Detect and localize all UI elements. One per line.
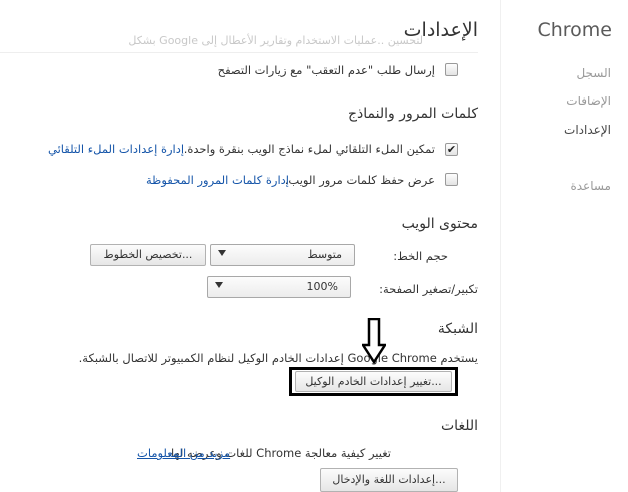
network-description: يستخدم Google Chrome إعدادات الخادم الوك… <box>78 351 478 365</box>
page-zoom-label: تكبير/تصغير الصفحة: <box>379 282 478 296</box>
autofill-label: تمكين الملء التلقائي لملء نماذج الويب بن… <box>183 142 435 156</box>
font-size-value: متوسط <box>307 248 342 261</box>
checkmark-icon: ✔ <box>446 143 457 156</box>
web-content-section-title: محتوى الويب <box>401 216 478 232</box>
passwords-section-title: كلمات المرور والنماذج <box>347 106 478 122</box>
sidebar-item-settings[interactable]: الإعدادات <box>564 123 611 137</box>
brand-title: Chrome <box>537 19 612 41</box>
network-section-title: الشبكة <box>437 321 478 337</box>
save-passwords-label: عرض حفظ كلمات مرور الويب. <box>284 173 435 187</box>
learn-more-link[interactable]: مزيد من المعلومات <box>137 446 230 460</box>
manage-passwords-link[interactable]: إدارة كلمات المرور المحفوظة <box>146 173 289 187</box>
manage-autofill-link[interactable]: إدارة إعدادات الملء التلقائي <box>48 142 184 156</box>
change-proxy-settings-button[interactable]: تغيير إعدادات الخادم الوكيل... <box>295 371 452 392</box>
customize-fonts-button[interactable]: تخصيص الخطوط... <box>90 244 206 266</box>
do-not-track-label: إرسال طلب "عدم التعقب" مع زيارات التصفح <box>217 63 435 77</box>
page-zoom-value: 100% <box>306 280 338 293</box>
sidebar-divider <box>500 0 501 492</box>
sidebar-item-extensions[interactable]: الإضافات <box>566 94 611 108</box>
annotation-arrow-icon <box>362 318 386 364</box>
languages-section-title: اللغات <box>441 418 478 434</box>
save-passwords-checkbox[interactable] <box>445 173 458 186</box>
page-zoom-select[interactable]: 100% <box>207 276 351 298</box>
autofill-checkbox[interactable]: ✔ <box>445 143 458 156</box>
sidebar-item-history[interactable]: السجل <box>576 66 611 80</box>
page-title: الإعدادات <box>403 19 478 41</box>
font-size-select[interactable]: متوسط <box>210 244 355 266</box>
do-not-track-checkbox[interactable] <box>445 63 458 76</box>
sidebar-item-help[interactable]: مساعدة <box>570 179 611 193</box>
chevron-down-icon <box>215 282 223 288</box>
font-size-label: حجم الخط: <box>393 249 448 263</box>
faded-header-text: لتحسين ..عمليات الاستخدام وتقارير الأعطا… <box>128 34 423 47</box>
language-input-settings-button[interactable]: إعدادات اللغة والإدخال... <box>320 468 458 492</box>
header-divider <box>0 52 478 53</box>
chevron-down-icon <box>218 250 226 256</box>
